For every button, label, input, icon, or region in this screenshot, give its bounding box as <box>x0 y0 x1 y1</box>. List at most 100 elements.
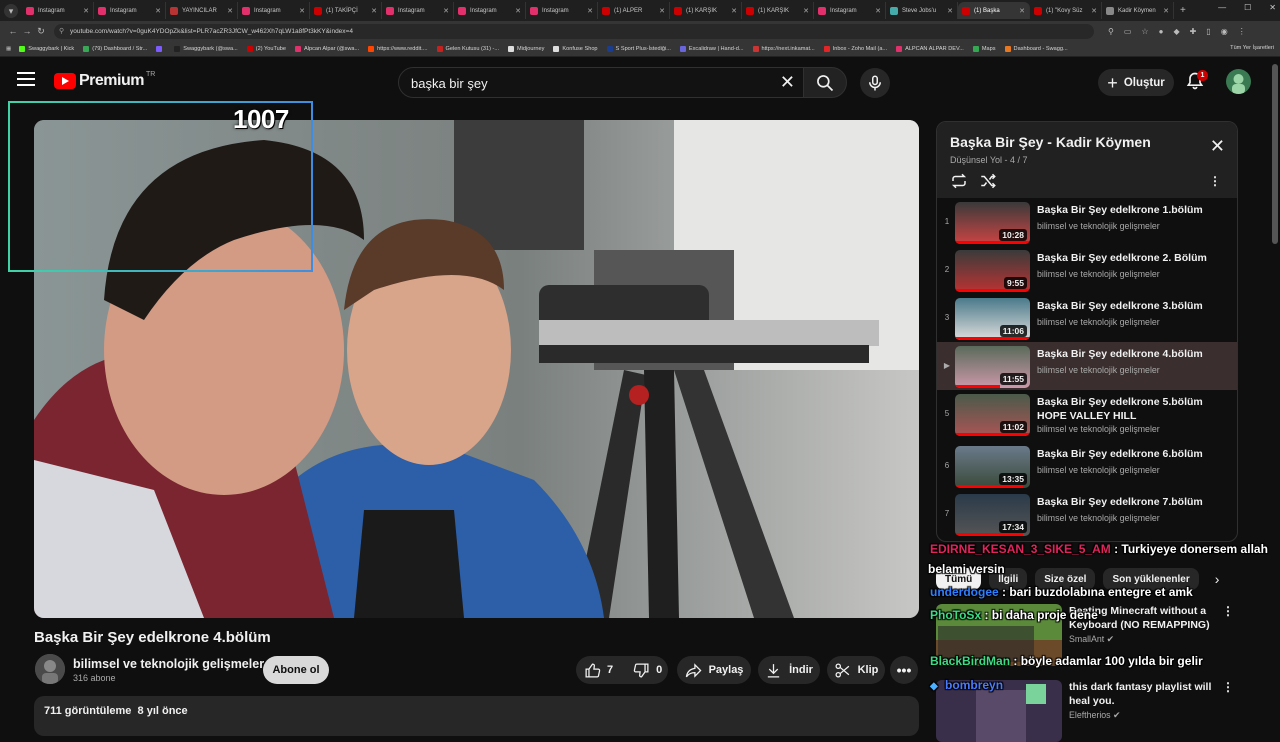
tab-close-icon[interactable]: ✕ <box>731 7 737 15</box>
bookmark-item[interactable]: ALPCAN ALPAR DEV... <box>896 45 964 52</box>
tab-close-icon[interactable]: ✕ <box>227 7 233 15</box>
playlist-item[interactable]: ▶ 11:55 Başka Bir Şey edelkrone 4.bölüm bil… <box>937 342 1237 390</box>
channel-avatar[interactable] <box>35 654 65 684</box>
reload-icon[interactable]: ↻ <box>34 26 48 37</box>
bookmark-item[interactable]: Gelen Kutusu (31) -... <box>436 45 499 52</box>
bookmark-item[interactable]: (79) Dashboard / Str... <box>83 45 147 52</box>
browser-tab[interactable]: Steve Jobs'u ✕ <box>886 2 958 19</box>
playlist-item[interactable]: 1 10:28 Başka Bir Şey edelkrone 1.bölüm bil… <box>937 198 1237 246</box>
playlist-menu-icon[interactable]: ⋮ <box>1209 174 1221 188</box>
browser-tab[interactable]: Instagram ✕ <box>22 2 94 19</box>
playlist-item[interactable]: 7 17:34 Başka Bir Şey edelkrone 7.bölüm bil… <box>937 490 1237 538</box>
more-actions-button[interactable]: ••• <box>890 656 918 684</box>
playlist-item[interactable]: 2 9:55 Başka Bir Şey edelkrone 2. Bölüm bil… <box>937 246 1237 294</box>
recommendation-channel[interactable]: SmallAnt ✔ <box>1069 634 1114 645</box>
browser-menu-icon[interactable]: ⋮ <box>1238 27 1246 36</box>
new-tab-icon[interactable]: + <box>1180 5 1186 16</box>
bookmark-item[interactable]: Inbox - Zoho Mail (a... <box>823 45 887 52</box>
bookmark-item[interactable]: Excalidraw | Hand-d... <box>679 45 744 52</box>
playlist-subtitle[interactable]: Düşünsel Yol - 4 / 7 <box>950 155 1028 165</box>
like-button[interactable]: 7 <box>576 656 625 684</box>
tab-close-icon[interactable]: ✕ <box>875 7 881 15</box>
voice-search-button[interactable] <box>860 68 890 98</box>
tab-close-icon[interactable]: ✕ <box>659 7 665 15</box>
extension-icon[interactable]: ● <box>1159 27 1164 36</box>
tab-close-icon[interactable]: ✕ <box>371 7 377 15</box>
browser-tab[interactable]: Instagram ✕ <box>94 2 166 19</box>
tab-close-icon[interactable]: ✕ <box>83 7 89 15</box>
clip-button[interactable]: Klip <box>827 656 885 684</box>
playlist-item[interactable]: 5 11:02 Başka Bir Şey edelkrone 5.bölüm HO… <box>937 390 1237 442</box>
url-field[interactable]: youtube.com/watch?v=0guK4YDOpZk&list=PLR… <box>54 23 1094 39</box>
tab-close-icon[interactable]: ✕ <box>1163 7 1169 15</box>
cast-icon[interactable]: ▭ <box>1124 27 1132 36</box>
browser-tab[interactable]: Kadir Köymen ✕ <box>1102 2 1174 19</box>
browser-tab[interactable]: (1) Başka ✕ <box>958 2 1030 19</box>
recommendation-channel[interactable]: Eleftherios ✔ <box>1069 710 1120 721</box>
user-avatar[interactable] <box>1226 69 1251 94</box>
browser-tab[interactable]: (1) "Kovy Süz ✕ <box>1030 2 1102 19</box>
page-scrollbar[interactable] <box>1272 64 1278 244</box>
playlist-item[interactable]: 6 13:35 Başka Bir Şey edelkrone 6.bölüm bil… <box>937 442 1237 490</box>
channel-name[interactable]: bilimsel ve teknolojik gelişmeler <box>73 657 264 671</box>
maximize-icon[interactable]: ☐ <box>1244 3 1251 12</box>
close-playlist-icon[interactable]: ✕ <box>1210 136 1225 157</box>
bookmark-item[interactable]: https://www.reddit.... <box>368 45 428 52</box>
sidebar-icon[interactable]: ▯ <box>1206 27 1210 36</box>
browser-tab[interactable]: Instagram ✕ <box>382 2 454 19</box>
description-box[interactable]: 711 görüntüleme 8 yıl önce <box>34 696 919 736</box>
search-button[interactable] <box>803 67 847 98</box>
browser-tab[interactable]: (1) KARŞIK ✕ <box>670 2 742 19</box>
browser-tab[interactable]: Instagram ✕ <box>526 2 598 19</box>
window-close-icon[interactable]: ✕ <box>1269 3 1276 12</box>
playlist-item[interactable]: 3 11:06 Başka Bir Şey edelkrone 3.bölüm bil… <box>937 294 1237 342</box>
bookmark-item[interactable]: Dashboard - Swagg... <box>1004 45 1068 52</box>
bookmark-item[interactable]: (2) YouTube <box>246 45 286 52</box>
all-bookmarks[interactable]: Tüm Yer İşaretleri <box>1230 45 1274 51</box>
bookmark-item[interactable]: Alpcan Alpar (@swa... <box>295 45 359 52</box>
bookmark-item[interactable] <box>156 45 165 52</box>
bookmark-item[interactable]: Swaggybark | Kick <box>19 45 74 52</box>
tab-close-icon[interactable]: ✕ <box>1019 7 1025 15</box>
tab-close-icon[interactable]: ✕ <box>299 7 305 15</box>
browser-tab[interactable]: (1) KARŞIK ✕ <box>742 2 814 19</box>
bookmark-item[interactable]: Swaggybark (@swa... <box>174 45 238 52</box>
bookmark-item[interactable]: Konfuse Shop <box>553 45 598 52</box>
recommendation-menu-icon[interactable]: ⋮ <box>1222 604 1234 618</box>
recommendation-menu-icon[interactable]: ⋮ <box>1222 680 1234 694</box>
bookmark-item[interactable]: Midjourney <box>508 45 544 52</box>
tab-close-icon[interactable]: ✕ <box>803 7 809 15</box>
tab-close-icon[interactable]: ✕ <box>515 7 521 15</box>
extension-icon[interactable]: ◆ <box>1173 27 1179 36</box>
download-button[interactable]: İndir <box>758 656 820 684</box>
tab-search-icon[interactable]: ▾ <box>4 3 18 18</box>
menu-icon[interactable] <box>17 72 35 86</box>
tab-close-icon[interactable]: ✕ <box>947 7 953 15</box>
bookmark-item[interactable]: https://next.inkamat... <box>752 45 815 52</box>
browser-tab[interactable]: Instagram ✕ <box>454 2 526 19</box>
tab-close-icon[interactable]: ✕ <box>1091 7 1097 15</box>
bookmark-item[interactable]: S Sport Plus-İstediği... <box>606 45 671 52</box>
browser-tab[interactable]: Instagram ✕ <box>814 2 886 19</box>
chevron-right-icon[interactable]: › <box>1215 571 1220 587</box>
loop-icon[interactable] <box>950 172 968 190</box>
playlist-title[interactable]: Başka Bir Şey - Kadir Köymen <box>950 134 1151 150</box>
bookmark-star-icon[interactable]: ☆ <box>1141 27 1148 36</box>
search-input[interactable]: başka bir şey ✕ <box>398 67 806 98</box>
dislike-button[interactable]: 0 <box>625 656 674 684</box>
create-button[interactable]: + Oluştur <box>1098 69 1174 96</box>
shuffle-icon[interactable] <box>979 172 997 190</box>
browser-tab[interactable]: Instagram ✕ <box>238 2 310 19</box>
share-button[interactable]: Paylaş <box>677 656 751 684</box>
tab-close-icon[interactable]: ✕ <box>155 7 161 15</box>
minimize-icon[interactable]: — <box>1218 3 1226 12</box>
zoom-icon[interactable]: ⚲ <box>1108 27 1114 36</box>
bookmark-item[interactable]: Maps <box>972 45 996 52</box>
tab-close-icon[interactable]: ✕ <box>443 7 449 15</box>
puzzle-icon[interactable]: ✚ <box>1190 27 1197 36</box>
tab-close-icon[interactable]: ✕ <box>587 7 593 15</box>
browser-tab[interactable]: (1) ALPER ✕ <box>598 2 670 19</box>
browser-tab[interactable]: YAYINCILAR ✕ <box>166 2 238 19</box>
forward-icon[interactable]: → <box>20 26 34 36</box>
clear-search-icon[interactable]: ✕ <box>780 72 795 93</box>
